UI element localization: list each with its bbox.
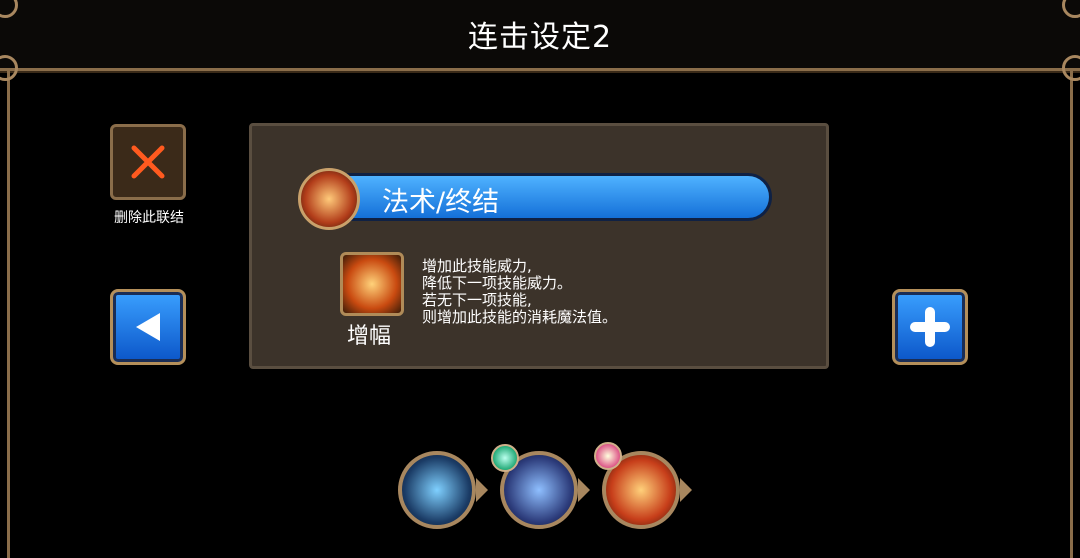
effect-name: 增幅 — [347, 324, 392, 349]
add-button[interactable] — [892, 289, 968, 365]
delete-link-button[interactable] — [110, 124, 186, 200]
skill-info-panel — [249, 123, 829, 369]
effect-description-line: 增加此技能威力, — [422, 257, 532, 275]
close-icon — [131, 145, 165, 179]
combo-slot-1[interactable] — [398, 451, 476, 529]
fire-dome-skill-icon[interactable] — [298, 168, 360, 230]
effect-description-line: 降低下一项技能威力。 — [422, 274, 573, 292]
page-title: 连击设定2 — [467, 20, 613, 55]
delete-link-label: 删除此联结 — [114, 210, 184, 226]
right-frame — [1070, 68, 1080, 558]
skill-name: 法术/终结 — [382, 187, 500, 218]
plus-icon — [910, 307, 950, 347]
fist-badge-icon — [594, 442, 622, 470]
frame-ornament — [1062, 55, 1080, 81]
left-frame — [0, 68, 10, 558]
combo-arrow-icon — [680, 478, 692, 502]
green-badge-icon — [491, 444, 519, 472]
combo-arrow-icon — [578, 478, 590, 502]
combo-arrow-icon — [476, 478, 488, 502]
effect-description-line: 则增加此技能的消耗魔法值。 — [422, 308, 618, 326]
previous-button[interactable] — [110, 289, 186, 365]
fist-effect-icon — [340, 252, 404, 316]
effect-description-line: 若无下一项技能, — [422, 291, 532, 309]
left-arrow-icon — [136, 313, 160, 341]
effect-description: 增加此技能威力, 降低下一项技能威力。 若无下一项技能, 则增加此技能的消耗魔法… — [422, 258, 617, 326]
